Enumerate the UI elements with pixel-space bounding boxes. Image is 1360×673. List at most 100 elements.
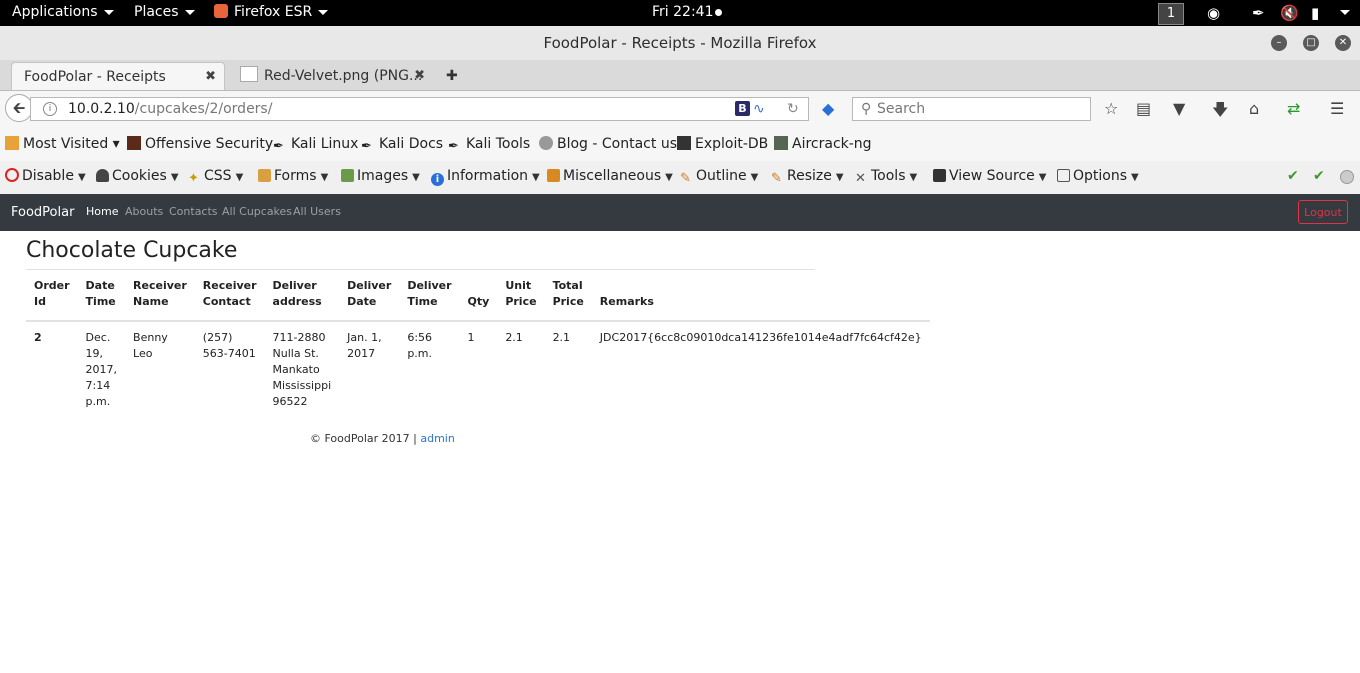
image-icon — [341, 169, 354, 182]
chevron-down-icon — [318, 9, 329, 15]
back-button[interactable]: 🡰 — [5, 94, 33, 122]
reading-list-icon[interactable]: ▤ — [1136, 99, 1151, 118]
chevron-down-icon — [103, 9, 114, 15]
bookmark-aircrack-ng[interactable]: Aircrack-ng — [774, 136, 872, 152]
wd-label: Options — [1073, 168, 1128, 184]
wd-information-menu[interactable]: i Information ▼ — [431, 168, 540, 186]
options-icon — [1057, 169, 1070, 182]
extension-icon[interactable]: ◆ — [822, 99, 834, 118]
bookmark-most-visited[interactable]: Most Visited ▾ — [5, 136, 120, 152]
col-date-time: Date Time — [77, 270, 126, 322]
bookmark-kali-docs[interactable]: ✒ Kali Docs — [361, 136, 443, 154]
wd-disable-menu[interactable]: Disable ▼ — [5, 168, 86, 184]
tools-icon: ✕ — [855, 171, 866, 186]
col-receiver-name: Receiver Name — [125, 270, 195, 322]
maximize-icon[interactable]: □ — [1303, 35, 1319, 51]
col-qty: Qty — [459, 270, 498, 322]
status-circle-icon[interactable] — [1340, 170, 1354, 184]
wd-images-menu[interactable]: Images ▼ — [341, 168, 420, 184]
cookies-user-icon — [96, 169, 109, 182]
url-bar[interactable]: i 10.0.2.10/cupcakes/2/orders/ B ∿ ↻ — [30, 97, 809, 121]
col-remarks: Remarks — [591, 270, 930, 322]
battery-icon[interactable]: ▮ — [1311, 4, 1319, 22]
bookmark-star-icon[interactable]: ☆ — [1104, 99, 1118, 118]
video-icon[interactable]: ◉ — [1207, 4, 1220, 22]
nav-abouts[interactable]: Abouts — [125, 205, 163, 218]
wd-miscellaneous-menu[interactable]: Miscellaneous ▼ — [547, 168, 673, 184]
window-title: FoodPolar - Receipts - Mozilla Firefox — [543, 34, 817, 52]
bookmark-offensive-security[interactable]: Offensive Security — [127, 136, 273, 152]
places-menu[interactable]: Places — [134, 4, 195, 20]
downloads-icon[interactable]: 🡇 — [1212, 99, 1228, 126]
wd-label: CSS — [204, 168, 232, 184]
close-tab-icon[interactable]: ✖ — [414, 62, 425, 90]
wd-forms-menu[interactable]: Forms ▼ — [258, 168, 328, 184]
pencil-icon: ✎ — [680, 171, 691, 186]
clock[interactable]: Fri 22:41 — [652, 4, 723, 20]
tab-red-velvet[interactable]: Red-Velvet.png (PNG... ✖ — [228, 62, 433, 90]
col-receiver-contact: Receiver Contact — [194, 270, 265, 322]
wd-label: Outline — [696, 168, 747, 184]
info-icon[interactable]: i — [43, 102, 57, 116]
bookmark-kali-linux[interactable]: ✒ Kali Linux — [273, 136, 358, 154]
aircrack-icon — [774, 136, 788, 150]
site-brand[interactable]: FoodPolar — [11, 205, 74, 220]
wd-label: Tools — [871, 168, 906, 184]
search-placeholder: Search — [877, 101, 926, 117]
bookmark-kali-tools[interactable]: ✒ Kali Tools — [448, 136, 530, 154]
wd-view-source-menu[interactable]: View Source ▼ — [933, 168, 1046, 184]
pen-icon[interactable]: ✒ — [1252, 4, 1265, 22]
book-icon — [547, 169, 560, 182]
nav-home[interactable]: Home — [86, 205, 118, 218]
nav-all-users[interactable]: All Users — [293, 205, 341, 218]
bookmark-b-icon[interactable]: B — [735, 101, 750, 116]
volume-muted-icon[interactable]: 🔇 — [1280, 4, 1299, 22]
bookmark-exploit-db[interactable]: Exploit-DB — [677, 136, 768, 152]
wd-cookies-menu[interactable]: Cookies ▼ — [96, 168, 179, 184]
logout-button[interactable]: Logout — [1298, 200, 1348, 224]
wave-icon[interactable]: ∿ — [753, 98, 765, 120]
wd-options-menu[interactable]: Options ▼ — [1057, 168, 1139, 184]
proxy-switch-icon[interactable]: ⇄ — [1287, 99, 1300, 118]
reload-icon[interactable]: ↻ — [787, 98, 799, 120]
page-title: Chocolate Cupcake — [26, 238, 238, 263]
cell-receiver-contact: (257) 563-7401 — [202, 331, 256, 360]
wd-label: Resize — [787, 168, 832, 184]
hamburger-menu-icon[interactable]: ☰ — [1330, 99, 1344, 118]
web-developer-toolbar: Disable ▼ Cookies ▼ ✦ CSS ▼ Forms ▼ Images ▼ i… — [0, 161, 1360, 195]
wd-css-menu[interactable]: ✦ CSS ▼ — [188, 168, 243, 185]
tab-foodpolar-receipts[interactable]: FoodPolar - Receipts ✖ — [11, 62, 225, 90]
close-window-icon[interactable]: ✕ — [1335, 35, 1351, 51]
bookmarks-toolbar: Most Visited ▾ Offensive Security ✒ Kali … — [0, 127, 1360, 161]
applications-menu[interactable]: Applications — [12, 4, 114, 20]
check-icon[interactable]: ✔ — [1313, 168, 1325, 184]
check-icon[interactable]: ✔ — [1287, 168, 1299, 184]
search-input[interactable]: ⚲ Search — [852, 97, 1091, 121]
workspace-indicator[interactable]: 1 — [1158, 3, 1184, 25]
nav-all-cupcakes[interactable]: All Cupcakes — [222, 205, 292, 218]
wd-label: Information — [447, 168, 529, 184]
wd-tools-menu[interactable]: ✕ Tools ▼ — [855, 168, 917, 185]
url-path: /cupcakes/2/orders/ — [134, 101, 273, 117]
close-tab-icon[interactable]: ✖ — [205, 63, 216, 91]
active-app-menu[interactable]: Firefox ESR — [214, 4, 329, 20]
wd-label: Forms — [274, 168, 317, 184]
bookmark-label: Aircrack-ng — [792, 136, 872, 152]
minimize-icon[interactable]: – — [1271, 35, 1287, 51]
search-icon: ⚲ — [861, 101, 872, 117]
new-tab-button[interactable]: ✚ — [436, 62, 466, 90]
nav-contacts[interactable]: Contacts — [169, 205, 218, 218]
cell-deliver-time: 6:56 p.m. — [407, 331, 433, 360]
wd-outline-menu[interactable]: ✎ Outline ▼ — [680, 168, 758, 185]
bookmark-blog-contact[interactable]: Blog - Contact us — [539, 136, 677, 152]
system-menu[interactable] — [1334, 4, 1350, 20]
cell-deliver-date: Jan. 1, 2017 — [347, 331, 382, 360]
pocket-icon[interactable]: ▼ — [1173, 99, 1185, 118]
offsec-icon — [127, 136, 141, 150]
col-deliver-address: Deliver address — [264, 270, 340, 322]
wd-resize-menu[interactable]: ✎ Resize ▼ — [771, 168, 844, 185]
site-navbar: FoodPolar Home Abouts Contacts All Cupca… — [0, 194, 1360, 231]
col-unit-price: Unit Price — [497, 270, 545, 322]
admin-link[interactable]: admin — [420, 432, 454, 445]
home-icon[interactable]: ⌂ — [1249, 99, 1259, 118]
